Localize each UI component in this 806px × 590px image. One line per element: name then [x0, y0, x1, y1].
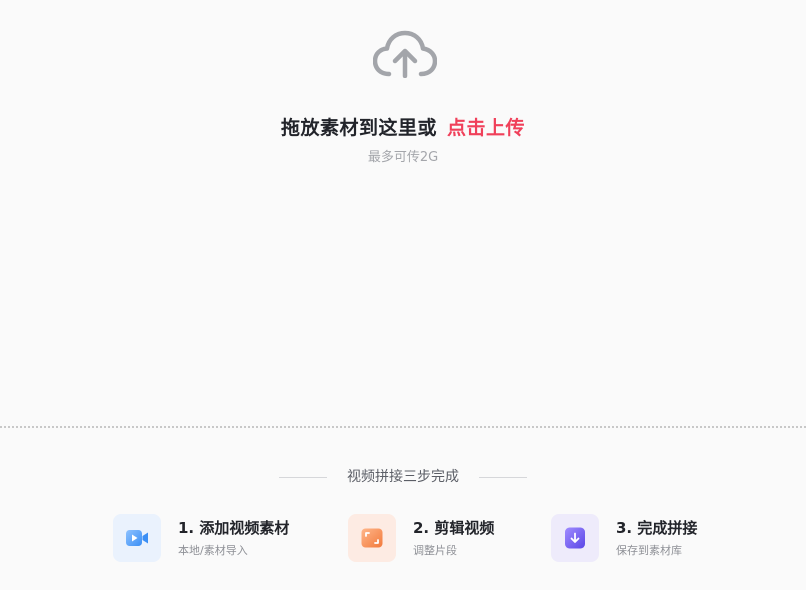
step-3-title: 3. 完成拼接	[616, 519, 698, 537]
crop-frame-icon	[361, 528, 383, 548]
step-finish-merge: 3. 完成拼接 保存到素材库	[551, 514, 721, 562]
step-3-badge	[551, 514, 599, 562]
steps-heading: 视频拼接三步完成	[0, 466, 806, 488]
step-edit-video: 2. 剪辑视频 调整片段	[348, 514, 518, 562]
section-divider	[0, 426, 806, 428]
step-1-subtitle: 本地/素材导入	[178, 544, 248, 557]
upload-size-limit: 最多可传2G	[367, 150, 439, 165]
heading-line-left	[279, 476, 327, 478]
click-upload-link[interactable]: 点击上传	[447, 117, 525, 139]
step-3-subtitle: 保存到素材库	[616, 544, 682, 557]
step-add-video: 1. 添加视频素材 本地/素材导入	[113, 514, 313, 562]
cloud-upload-icon	[373, 30, 437, 78]
step-2-title: 2. 剪辑视频	[413, 519, 495, 537]
step-1-title: 1. 添加视频素材	[178, 519, 290, 537]
upload-page: 拖放素材到这里或 点击上传 最多可传2G 视频拼接三步完成 1. 添加视频素材 本…	[0, 0, 806, 590]
upload-headline-text: 拖放素材到这里或	[280, 117, 437, 139]
download-arrow-icon	[565, 527, 585, 549]
heading-line-right	[479, 476, 527, 478]
step-2-badge	[348, 514, 396, 562]
steps-heading-text: 视频拼接三步完成	[347, 469, 459, 485]
upload-drop-zone[interactable]: 拖放素材到这里或 点击上传 最多可传2G	[0, 0, 806, 426]
step-1-badge	[113, 514, 161, 562]
step-2-subtitle: 调整片段	[413, 544, 457, 557]
video-camera-icon	[126, 530, 148, 546]
upload-headline: 拖放素材到这里或 点击上传	[0, 114, 806, 142]
